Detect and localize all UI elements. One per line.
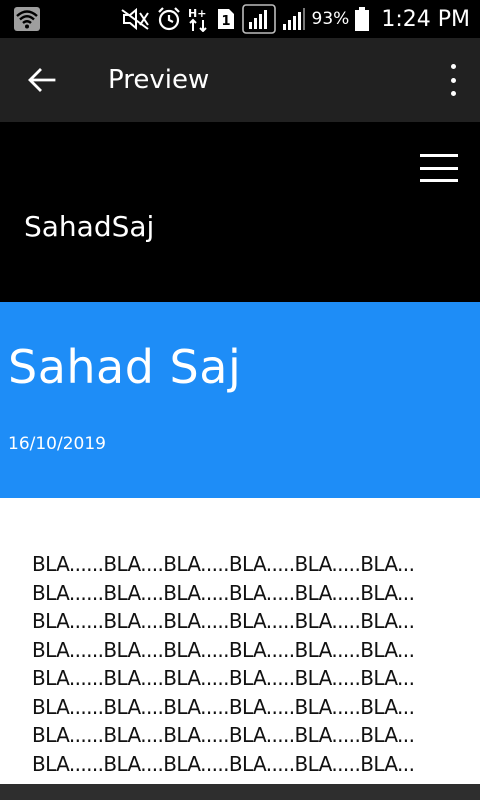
body-line: BLA......BLA....BLA.....BLA.....BLA.....… (32, 751, 415, 776)
bottom-bar (0, 784, 480, 800)
body-line: BLA......BLA....BLA.....BLA.....BLA.....… (32, 637, 415, 662)
signal-icon (241, 4, 276, 34)
status-right-group: H+ 1 93% 1:24 PM (120, 0, 470, 38)
post-body: BLA......BLA....BLA.....BLA.....BLA.....… (32, 550, 480, 778)
body-line: BLA......BLA....BLA.....BLA.....BLA.....… (32, 580, 415, 605)
post-content: BLA......BLA....BLA.....BLA.....BLA.....… (0, 498, 480, 784)
battery-percent: 93% (311, 9, 350, 29)
alarm-icon (156, 7, 182, 31)
body-line: BLA......BLA....BLA.....BLA.....BLA.....… (32, 723, 415, 747)
body-line: BLA......BLA....BLA.....BLA.....BLA.....… (32, 666, 415, 690)
post-date: 16/10/2019 (8, 434, 106, 454)
arrow-back-icon[interactable] (24, 62, 60, 98)
battery-icon (355, 7, 370, 31)
post-title: Sahad Saj (8, 340, 242, 394)
post-hero: Sahad Saj 16/10/2019 (0, 302, 480, 498)
site-header: SahadSaj (0, 122, 480, 302)
body-line: BLA......BLA....BLA.....BLA.....BLA.....… (32, 694, 415, 719)
clock: 1:24 PM (381, 6, 470, 32)
wifi-icon (14, 7, 40, 31)
body-line: BLA......BLA....BLA.....BLA.....BLA.....… (32, 609, 415, 633)
status-bar: H+ 1 93% 1:24 PM (0, 0, 480, 38)
site-title[interactable]: SahadSaj (24, 210, 154, 243)
sim-icon: 1 (216, 7, 236, 31)
app-bar: Preview (0, 38, 480, 122)
data-transfer-icon: H+ (188, 7, 210, 32)
hamburger-icon[interactable] (420, 154, 458, 182)
signal-icon-2 (282, 7, 306, 31)
mute-icon (120, 7, 150, 31)
body-line: BLA......BLA....BLA.....BLA.....BLA.....… (32, 552, 415, 576)
app-bar-title: Preview (108, 65, 210, 95)
svg-text:H+: H+ (188, 7, 206, 20)
more-vert-icon[interactable] (446, 64, 460, 96)
sim-slot-number: 1 (221, 14, 230, 29)
